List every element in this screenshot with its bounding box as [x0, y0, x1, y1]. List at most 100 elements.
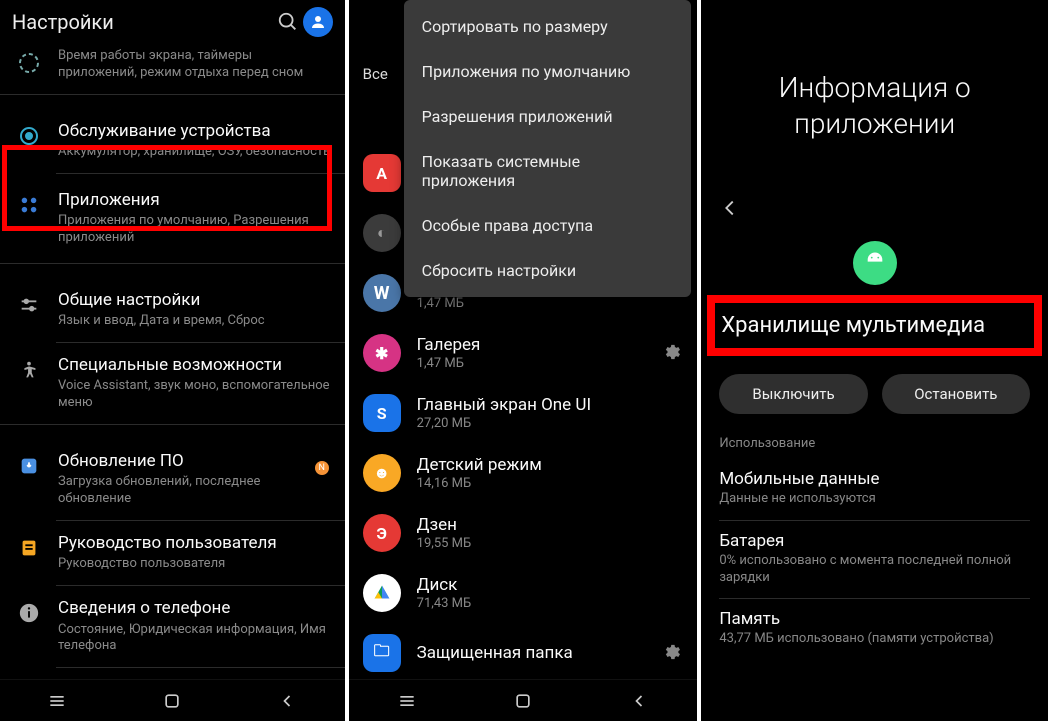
- settings-title: Руководство пользователя: [58, 533, 331, 554]
- apps-screen: Все Сортировать по размеру Приложения по…: [349, 0, 698, 721]
- row-sub: 43,77 МБ использовано (памяти устройства…: [719, 631, 1030, 648]
- app-size: 14,16 МБ: [417, 476, 684, 491]
- app-info-screen: Информация о приложении Хранилище мульти…: [701, 0, 1048, 721]
- app-size: 1,47 МБ: [417, 296, 684, 311]
- settings-sub: Руководство пользователя: [58, 556, 331, 573]
- settings-item-software-update[interactable]: Обновление ПО Загрузка обновлений, после…: [0, 439, 345, 520]
- search-icon[interactable]: [273, 7, 303, 37]
- app-row[interactable]: ☻ Детский режим 14,16 МБ: [349, 443, 698, 503]
- row-sub: 0% использовано с момента последней полн…: [719, 553, 1030, 587]
- recents-button[interactable]: [45, 689, 69, 713]
- manual-icon: [14, 533, 44, 563]
- app-row[interactable]: Диск 71,43 МБ: [349, 563, 698, 623]
- app-name: Хранилище мультимедиа: [721, 313, 1028, 338]
- app-icon: ☻: [363, 454, 401, 492]
- settings-sub: Аккумулятор, хранилище, ОЗУ, безопасност…: [58, 144, 331, 161]
- row-sub: Данные не используются: [719, 491, 1030, 508]
- app-size: 71,43 МБ: [417, 596, 684, 611]
- gear-icon[interactable]: [661, 342, 683, 364]
- header: Настройки: [0, 0, 345, 44]
- action-buttons: Выключить Остановить: [701, 356, 1048, 432]
- row-title: Память: [719, 609, 1030, 629]
- app-row[interactable]: Э Дзен 19,55 МБ: [349, 503, 698, 563]
- app-icon: W: [363, 274, 401, 312]
- app-icon: ✱: [363, 334, 401, 372]
- settings-title: Обслуживание устройства: [58, 121, 331, 142]
- highlight-app-name: Хранилище мультимедиа: [707, 295, 1042, 356]
- app-row[interactable]: ✱ Галерея 1,47 МБ: [349, 323, 698, 383]
- home-button[interactable]: [511, 689, 535, 713]
- settings-sub: Язык и ввод, Дата и время, Сброс: [58, 313, 331, 330]
- settings-item-device-care[interactable]: Обслуживание устройства Аккумулятор, хра…: [0, 109, 345, 173]
- settings-title: Обновление ПО: [58, 451, 331, 472]
- app-size: 27,20 МБ: [417, 416, 684, 431]
- app-icon: 🗀: [363, 634, 401, 672]
- app-name: Диск: [417, 575, 684, 595]
- info-icon: [14, 598, 44, 628]
- settings-item-about[interactable]: Сведения о телефоне Состояние, Юридическ…: [0, 586, 345, 667]
- settings-item-accessibility[interactable]: Специальные возможности Voice Assistant,…: [0, 343, 345, 424]
- app-size: 1,47 МБ: [417, 356, 662, 371]
- update-icon: [14, 451, 44, 481]
- settings-title: Специальные возможности: [58, 355, 331, 376]
- row-battery[interactable]: Батарея 0% использовано с момента послед…: [701, 521, 1048, 599]
- menu-sort-by-size[interactable]: Сортировать по размеру: [404, 4, 692, 49]
- device-care-icon: [14, 121, 44, 151]
- settings-sub: Приложения по умолчанию, Разрешения прил…: [58, 213, 331, 247]
- settings-sub: Загрузка обновлений, последнее обновлени…: [58, 474, 331, 508]
- menu-reset-settings[interactable]: Сбросить настройки: [404, 248, 692, 293]
- apps-icon: [14, 190, 44, 220]
- back-button[interactable]: [627, 689, 651, 713]
- wellbeing-icon: [14, 48, 44, 78]
- settings-item-manual[interactable]: Руководство пользователя Руководство пол…: [0, 521, 345, 585]
- gear-icon[interactable]: [661, 642, 683, 664]
- app-row[interactable]: S Главный экран One UI 27,20 МБ: [349, 383, 698, 443]
- settings-sub: Состояние, Юридическая информация, Имя т…: [58, 622, 331, 656]
- app-row[interactable]: 🗀 Защищенная папка: [349, 623, 698, 679]
- notification-badge: N: [315, 461, 329, 475]
- context-menu: Сортировать по размеру Приложения по умо…: [404, 0, 692, 297]
- settings-title: Общие настройки: [58, 290, 331, 311]
- settings-title: Сведения о телефоне: [58, 598, 331, 619]
- home-button[interactable]: [160, 689, 184, 713]
- sliders-icon: [14, 290, 44, 320]
- menu-app-permissions[interactable]: Разрешения приложений: [404, 94, 692, 139]
- page-title: Настройки: [12, 10, 265, 34]
- row-title: Батарея: [719, 531, 1030, 551]
- settings-item-developer[interactable]: Параметры разработчика Параметры разрабо…: [0, 668, 345, 679]
- settings-sub: Voice Assistant, звук моно, вспомогатель…: [58, 378, 331, 412]
- app-icon-row: [701, 241, 1048, 285]
- force-stop-button[interactable]: Остановить: [882, 374, 1030, 414]
- section-usage-label: Использование: [701, 432, 1048, 459]
- settings-screen: Настройки Время работы экрана, таймеры п…: [0, 0, 345, 721]
- app-size: 19,55 МБ: [417, 536, 684, 551]
- app-icon: [363, 574, 401, 612]
- menu-special-access[interactable]: Особые права доступа: [404, 203, 692, 248]
- settings-item-digital-wellbeing[interactable]: Время работы экрана, таймеры приложений,…: [0, 44, 345, 94]
- filter-all-label: Все: [363, 65, 388, 83]
- page-title: Информация о приложении: [701, 0, 1048, 183]
- settings-title: Приложения: [58, 190, 331, 211]
- menu-show-system-apps[interactable]: Показать системные приложения: [404, 139, 692, 203]
- row-mobile-data[interactable]: Мобильные данные Данные не используются: [701, 459, 1048, 520]
- app-icon: S: [363, 394, 401, 432]
- settings-item-apps[interactable]: Приложения Приложения по умолчанию, Разр…: [0, 174, 345, 263]
- row-storage[interactable]: Память 43,77 МБ использовано (памяти уст…: [701, 599, 1048, 660]
- settings-sub: Время работы экрана, таймеры приложений,…: [58, 48, 331, 82]
- row-title: Мобильные данные: [719, 469, 1030, 489]
- accessibility-icon: [14, 355, 44, 385]
- recents-button[interactable]: [395, 689, 419, 713]
- app-name: Детский режим: [417, 455, 684, 475]
- settings-list[interactable]: Время работы экрана, таймеры приложений,…: [0, 44, 345, 679]
- back-button[interactable]: [701, 183, 1048, 233]
- back-button[interactable]: [275, 689, 299, 713]
- navbar: [349, 679, 698, 721]
- android-icon: [853, 241, 897, 285]
- settings-item-general[interactable]: Общие настройки Язык и ввод, Дата и врем…: [0, 278, 345, 342]
- avatar[interactable]: [303, 7, 333, 37]
- app-name: Галерея: [417, 335, 662, 355]
- app-name: Защищенная папка: [417, 643, 662, 663]
- menu-default-apps[interactable]: Приложения по умолчанию: [404, 49, 692, 94]
- disable-button[interactable]: Выключить: [719, 374, 867, 414]
- navbar: [0, 679, 345, 721]
